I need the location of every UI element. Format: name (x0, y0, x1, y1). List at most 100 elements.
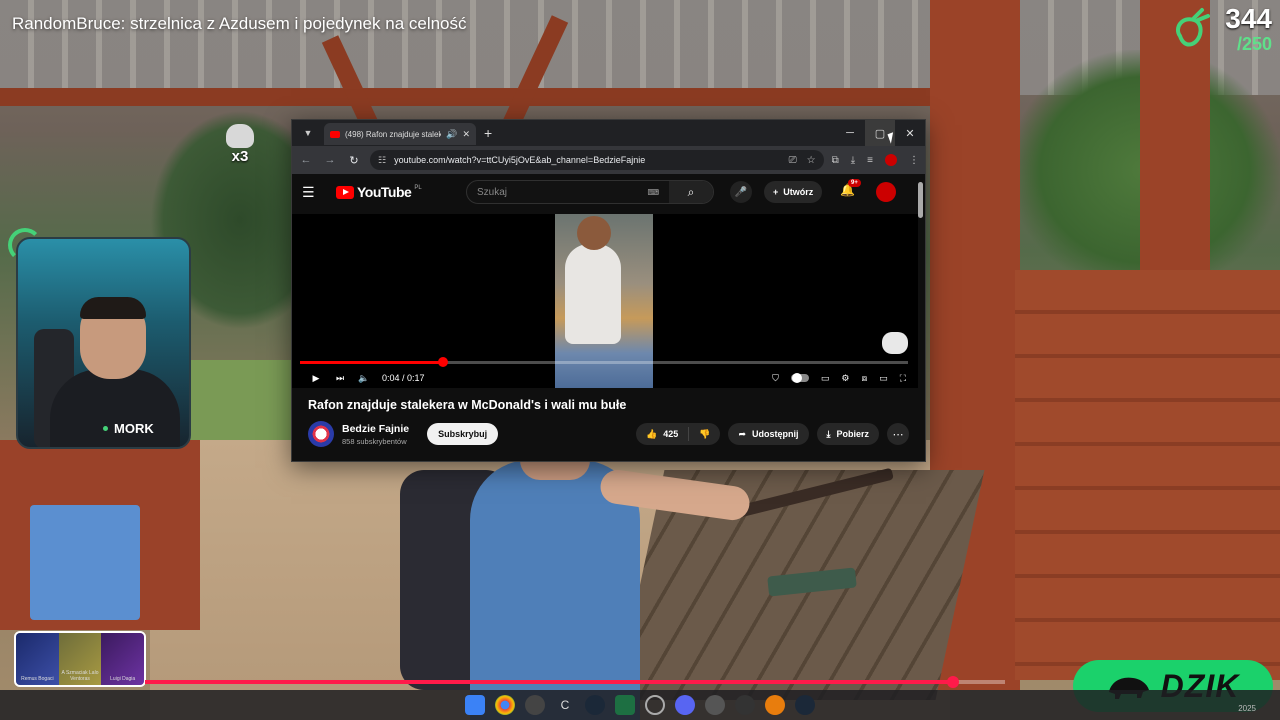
windows-icon[interactable] (465, 695, 485, 715)
roof-beam (0, 88, 1000, 106)
app-icon[interactable] (645, 695, 665, 715)
fullscreen-icon[interactable]: ⛶ (900, 373, 906, 384)
goal-count: 344 (1225, 3, 1272, 34)
hamburger-menu-icon[interactable]: ☰ (302, 184, 320, 201)
cast-icon[interactable]: ⎚ (789, 155, 797, 166)
minimize-button[interactable]: ─ (835, 120, 865, 146)
like-button[interactable]: 👍 425 (636, 427, 690, 441)
search-button[interactable]: ⌕ (669, 181, 713, 203)
window-controls: ─ ▢ ✕ (835, 120, 925, 146)
youtube-logo[interactable]: YouTube PL (336, 184, 422, 200)
close-window-button[interactable]: ✕ (895, 120, 925, 146)
search-input[interactable] (467, 186, 648, 198)
channel-name[interactable]: Bedzie Fajnie (342, 423, 409, 435)
dislike-button[interactable]: 👎 (689, 429, 720, 440)
url-field[interactable]: ☷ youtube.com/watch?v=ttCUyi5jOvE&ab_cha… (370, 150, 824, 170)
tab-close-icon[interactable]: ✕ (462, 129, 470, 140)
channel-row: Bedzie Fajnie 858 subskrybentów Subskryb… (308, 420, 909, 448)
player-progress-bar[interactable] (300, 357, 908, 367)
webcam-accent-arc (8, 228, 42, 262)
menu-kebab-icon[interactable]: ⋮ (909, 155, 919, 166)
autoplay-toggle[interactable] (790, 373, 809, 383)
search-box: ⌨ ⌕ (466, 180, 714, 204)
keyboard-icon[interactable]: ⌨ (647, 188, 659, 197)
ccleaner-icon[interactable]: C (555, 695, 575, 715)
webcam-overlay (16, 237, 191, 449)
multiplier-badge: x3 (222, 124, 258, 168)
notification-badge: 9+ (848, 179, 861, 187)
steam2-icon[interactable] (795, 695, 815, 715)
taskbar-date: 2025 (1238, 704, 1256, 713)
share-arrow-icon: ➦ (738, 428, 746, 439)
player-progress-knob[interactable] (438, 357, 449, 367)
subscribe-button[interactable]: Subskrybuj (427, 423, 499, 445)
speaker-icon[interactable]: 🔊 (446, 129, 457, 140)
more-actions-button[interactable]: ⋯ (887, 423, 909, 445)
search-icon: ⌕ (687, 184, 695, 199)
blender-icon[interactable] (765, 695, 785, 715)
excel-icon[interactable] (615, 695, 635, 715)
trollface-icon (882, 332, 908, 354)
download-icon[interactable]: ⤓ (851, 155, 855, 166)
goal-max: /250 (1236, 34, 1272, 54)
forward-arrow-icon[interactable]: → (322, 154, 338, 166)
vod-progress-fill (145, 680, 954, 684)
volume-icon[interactable]: 🔈 (352, 373, 376, 384)
youtube-favicon-icon (330, 130, 340, 138)
subscriber-count: 858 subskrybentów (342, 436, 407, 446)
theater-mode-icon[interactable]: ▭ (879, 373, 888, 384)
video-player[interactable]: ▶ ⏭ 🔈 0:04 / 0:17 ⛉ ▭ ⚙ ⧈ ▭ ⛶ (292, 214, 918, 388)
webcam-name: MORK (114, 421, 154, 436)
share-label: Udostępnij (752, 429, 799, 439)
shield-icon[interactable]: ⛉ (772, 373, 779, 384)
player-right-controls: ⛉ ▭ ⚙ ⧈ ▭ ⛶ (772, 373, 906, 384)
url-text: youtube.com/watch?v=ttCUyi5jOvE&ab_chann… (394, 155, 646, 165)
bookmark-star-icon[interactable]: ☆ (807, 155, 816, 166)
chrome-icon[interactable] (495, 695, 515, 715)
next-video-icon[interactable]: ⏭ (328, 373, 352, 384)
site-info-icon[interactable]: ☷ (378, 155, 386, 166)
thumbs-down-icon: 👎 (699, 428, 711, 439)
browser-window: ▼ (498) Rafon znajduje stalekera w McDon… (291, 119, 926, 462)
video-person-head (577, 216, 611, 250)
tab-search-chevron-icon[interactable]: ▼ (298, 123, 318, 143)
wooden-wall (1015, 270, 1280, 680)
extensions-puzzle-icon[interactable]: ⧉ (832, 155, 839, 166)
region-code: PL (414, 185, 422, 191)
player-time: 0:04 / 0:17 (382, 373, 425, 383)
scrollbar-thumb[interactable] (918, 182, 923, 218)
settings-gear-icon[interactable]: ⚙ (841, 373, 849, 384)
youtube-logo-text: YouTube (357, 184, 412, 200)
channel-avatar[interactable] (308, 421, 334, 447)
video-person (565, 244, 621, 344)
download-label: Pobierz (836, 429, 869, 439)
share-button[interactable]: ➦ Udostępnij (728, 423, 809, 445)
back-arrow-icon[interactable]: ← (298, 154, 314, 166)
tab-title: (498) Rafon znajduje stalekera w McDonal… (345, 129, 441, 139)
reload-icon[interactable]: ↻ (346, 154, 362, 167)
thumbs-up-icon: 👍 (645, 428, 658, 439)
sub-goal: 344 /250 (1225, 3, 1272, 55)
play-icon[interactable]: ▶ (304, 373, 328, 384)
media-controls-icon[interactable]: ≡ (867, 155, 873, 166)
more-dots-icon: ⋯ (892, 428, 904, 441)
subtitles-icon[interactable]: ▭ (821, 373, 830, 384)
vod-progress-bar[interactable] (145, 676, 1005, 688)
media-icon[interactable] (705, 695, 725, 715)
discord-icon[interactable] (675, 695, 695, 715)
voice-search-button[interactable]: 🎤 (730, 181, 752, 203)
game-icon[interactable] (735, 695, 755, 715)
clip-thumbnail: Remus Bogaci (16, 633, 59, 685)
create-button[interactable]: + Utwórz (764, 181, 823, 203)
obs-icon[interactable] (525, 695, 545, 715)
browser-tab[interactable]: (498) Rafon znajduje stalekera w McDonal… (324, 123, 476, 145)
channel-info: Bedzie Fajnie 858 subskrybentów (342, 423, 409, 446)
account-avatar[interactable] (876, 182, 896, 202)
profile-avatar-icon[interactable] (885, 154, 897, 166)
download-button[interactable]: ⤓ Pobierz (816, 423, 879, 445)
clip-thumbnail: Luigi Dagia (101, 633, 144, 685)
miniplayer-icon[interactable]: ⧈ (861, 373, 867, 384)
steam-icon[interactable] (585, 695, 605, 715)
clip-thumbnail: A Szmaciak Lalo Ventoras (58, 633, 102, 685)
new-tab-button[interactable]: + (484, 125, 492, 141)
